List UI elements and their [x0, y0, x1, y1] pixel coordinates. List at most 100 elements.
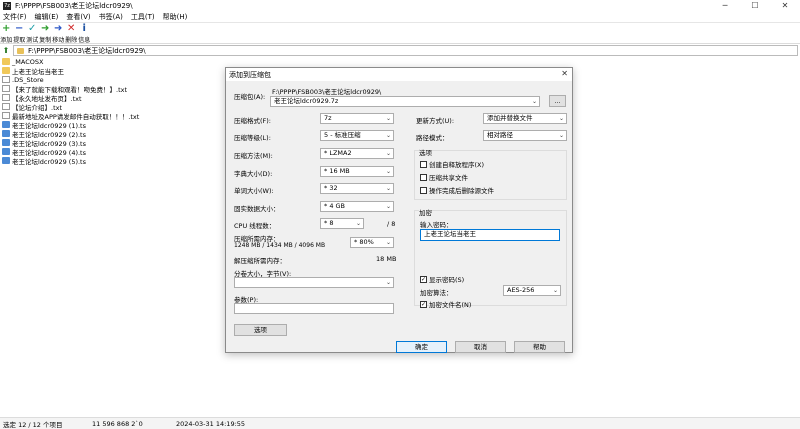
mem-decompress-label: 解压缩所需内存： — [234, 257, 286, 265]
cancel-button[interactable]: 取消 — [455, 341, 506, 353]
password-label: 输入密码： — [420, 221, 453, 229]
status-size: 11 596 868 2`0 — [92, 419, 143, 428]
media-file-icon — [2, 121, 10, 128]
folder-icon — [2, 67, 10, 74]
solid-label: 固实数据大小： — [234, 205, 280, 213]
dict-combo[interactable]: * 16 MB ⌄ — [320, 166, 394, 177]
up-folder-icon[interactable]: ⬆ — [0, 46, 12, 55]
status-selection: 选定 12 / 12 个项目 — [3, 420, 63, 429]
chevron-down-icon: ⌄ — [552, 287, 558, 294]
word-combo[interactable]: * 32 ⌄ — [320, 183, 394, 194]
method-combo[interactable]: * LZMA2 ⌄ — [320, 148, 394, 159]
minimize-icon[interactable]: ─ — [710, 0, 740, 12]
browse-button[interactable]: ... — [549, 95, 566, 107]
menu-bookmarks[interactable]: 书签(A) — [99, 12, 123, 22]
add-button[interactable]: + 添加 — [0, 23, 13, 44]
split-combo[interactable]: ⌄ — [234, 277, 394, 288]
solid-combo[interactable]: * 4 GB ⌄ — [320, 201, 394, 212]
add-to-archive-dialog: 添加到压缩包 ✕ 压缩包(A): F:\PPPP\FSB003\老王论坛ldcr… — [225, 67, 573, 353]
delete-after-checkbox[interactable]: 操作完成后删除源文件 — [420, 185, 494, 195]
file-icon — [2, 103, 10, 110]
dialog-close-icon[interactable]: ✕ — [561, 69, 568, 78]
chevron-down-icon: ⌄ — [385, 168, 391, 175]
chevron-down-icon: ⌄ — [385, 279, 391, 286]
params-input[interactable] — [234, 303, 394, 314]
enc-method-label: 加密算法： — [420, 289, 453, 297]
checkbox-unchecked-icon — [420, 173, 427, 181]
copy-arrow-icon: ➜ — [41, 23, 50, 34]
path-mode-label: 路径模式： — [416, 134, 449, 142]
folder-icon — [17, 47, 24, 54]
chevron-down-icon: ⌄ — [531, 98, 537, 105]
window-titlebar: 7z F:\PPPP\FSB003\老王论坛ldcr0929\ ─ ☐ ✕ — [0, 0, 800, 12]
sfx-checkbox[interactable]: 创建自释放程序(X) — [420, 159, 484, 169]
encrypt-names-checkbox[interactable]: ✓ 加密文件名(N) — [420, 299, 471, 309]
dialog-titlebar: 添加到压缩包 ✕ — [226, 68, 572, 81]
chevron-down-icon: ⌄ — [385, 132, 391, 139]
address-path: F:\PPPP\FSB003\老王论坛ldcr0929\ — [28, 46, 146, 55]
archive-label: 压缩包(A): — [234, 93, 266, 101]
info-icon: i — [82, 23, 86, 34]
media-file-icon — [2, 130, 10, 137]
maximize-icon[interactable]: ☐ — [740, 0, 770, 12]
move-button[interactable]: ➜ 移动 — [52, 23, 65, 44]
word-label: 单词大小(W): — [234, 187, 274, 195]
menu-view[interactable]: 查看(V) — [66, 12, 90, 22]
dialog-title: 添加到压缩包 — [229, 70, 271, 79]
status-bar: 选定 12 / 12 个项目 11 596 868 2`0 2024-03-31… — [0, 417, 800, 429]
format-combo[interactable]: 7z ⌄ — [320, 113, 394, 124]
format-label: 压缩格式(F): — [234, 117, 272, 125]
address-bar: ⬆ F:\PPPP\FSB003\老王论坛ldcr0929\ — [0, 45, 800, 56]
menu-file[interactable]: 文件(F) — [3, 12, 27, 22]
threads-combo[interactable]: * 8 ⌄ — [320, 218, 364, 229]
list-item[interactable]: _MACOSX — [0, 57, 800, 66]
help-button[interactable]: 帮助 — [514, 341, 565, 353]
chevron-down-icon: ⌄ — [385, 203, 391, 210]
copy-button[interactable]: ➜ 复制 — [39, 23, 52, 44]
chevron-down-icon: ⌄ — [385, 239, 391, 246]
threads-label: CPU 线程数： — [234, 222, 276, 230]
show-password-checkbox[interactable]: ✓ 显示密码(S) — [420, 274, 464, 284]
info-button[interactable]: i 信息 — [78, 23, 91, 44]
method-label: 压缩方法(M): — [234, 152, 273, 160]
7zip-app-icon: 7z — [3, 2, 11, 10]
update-label: 更新方式(U): — [416, 117, 455, 125]
checkbox-checked-icon: ✓ — [420, 300, 427, 308]
ok-button[interactable]: 确定 — [396, 341, 447, 353]
chevron-down-icon: ⌄ — [558, 115, 564, 122]
update-combo[interactable]: 添加并替换文件 ⌄ — [483, 113, 567, 124]
file-icon — [2, 76, 10, 83]
chevron-down-icon: ⌄ — [558, 132, 564, 139]
check-icon: ✓ — [28, 23, 37, 34]
chevron-down-icon: ⌄ — [385, 185, 391, 192]
chevron-down-icon: ⌄ — [385, 150, 391, 157]
address-field[interactable]: F:\PPPP\FSB003\老王论坛ldcr0929\ — [13, 45, 798, 56]
media-file-icon — [2, 148, 10, 155]
delete-button[interactable]: ✕ 删除 — [65, 23, 78, 44]
enc-method-combo[interactable]: AES-256 ⌄ — [503, 285, 561, 296]
file-icon — [2, 112, 10, 119]
checkbox-unchecked-icon — [420, 186, 427, 194]
file-icon — [2, 94, 10, 101]
archive-name-combo[interactable]: 老王论坛ldcr0929.7z ⌄ — [270, 96, 540, 107]
encryption-group-title: 加密 — [419, 207, 432, 217]
menu-edit[interactable]: 编辑(E) — [35, 12, 59, 22]
options-button[interactable]: 选项 — [234, 324, 287, 336]
menu-tools[interactable]: 工具(T) — [131, 12, 155, 22]
test-button[interactable]: ✓ 测试 — [26, 23, 39, 44]
plus-icon: + — [2, 23, 11, 34]
extract-button[interactable]: − 提取 — [13, 23, 26, 44]
shared-files-checkbox[interactable]: 压缩共享文件 — [420, 172, 468, 182]
checkbox-unchecked-icon — [420, 160, 427, 168]
password-input[interactable]: 上老王论坛当老王 — [420, 229, 560, 241]
chevron-down-icon: ⌄ — [385, 115, 391, 122]
minus-icon: − — [15, 23, 24, 34]
close-icon[interactable]: ✕ — [770, 0, 800, 12]
window-title: F:\PPPP\FSB003\老王论坛ldcr0929\ — [15, 2, 133, 10]
mem-compress-detail: 1248 MB / 1434 MB / 4096 MB — [234, 242, 326, 249]
archive-dir: F:\PPPP\FSB003\老王论坛ldcr0929\ — [272, 88, 382, 96]
path-mode-combo[interactable]: 相对路径 ⌄ — [483, 130, 567, 141]
mem-percent-combo[interactable]: * 80% ⌄ — [350, 237, 394, 248]
level-combo[interactable]: 5 - 标准压缩 ⌄ — [320, 130, 394, 141]
menu-help[interactable]: 帮助(H) — [163, 12, 188, 22]
